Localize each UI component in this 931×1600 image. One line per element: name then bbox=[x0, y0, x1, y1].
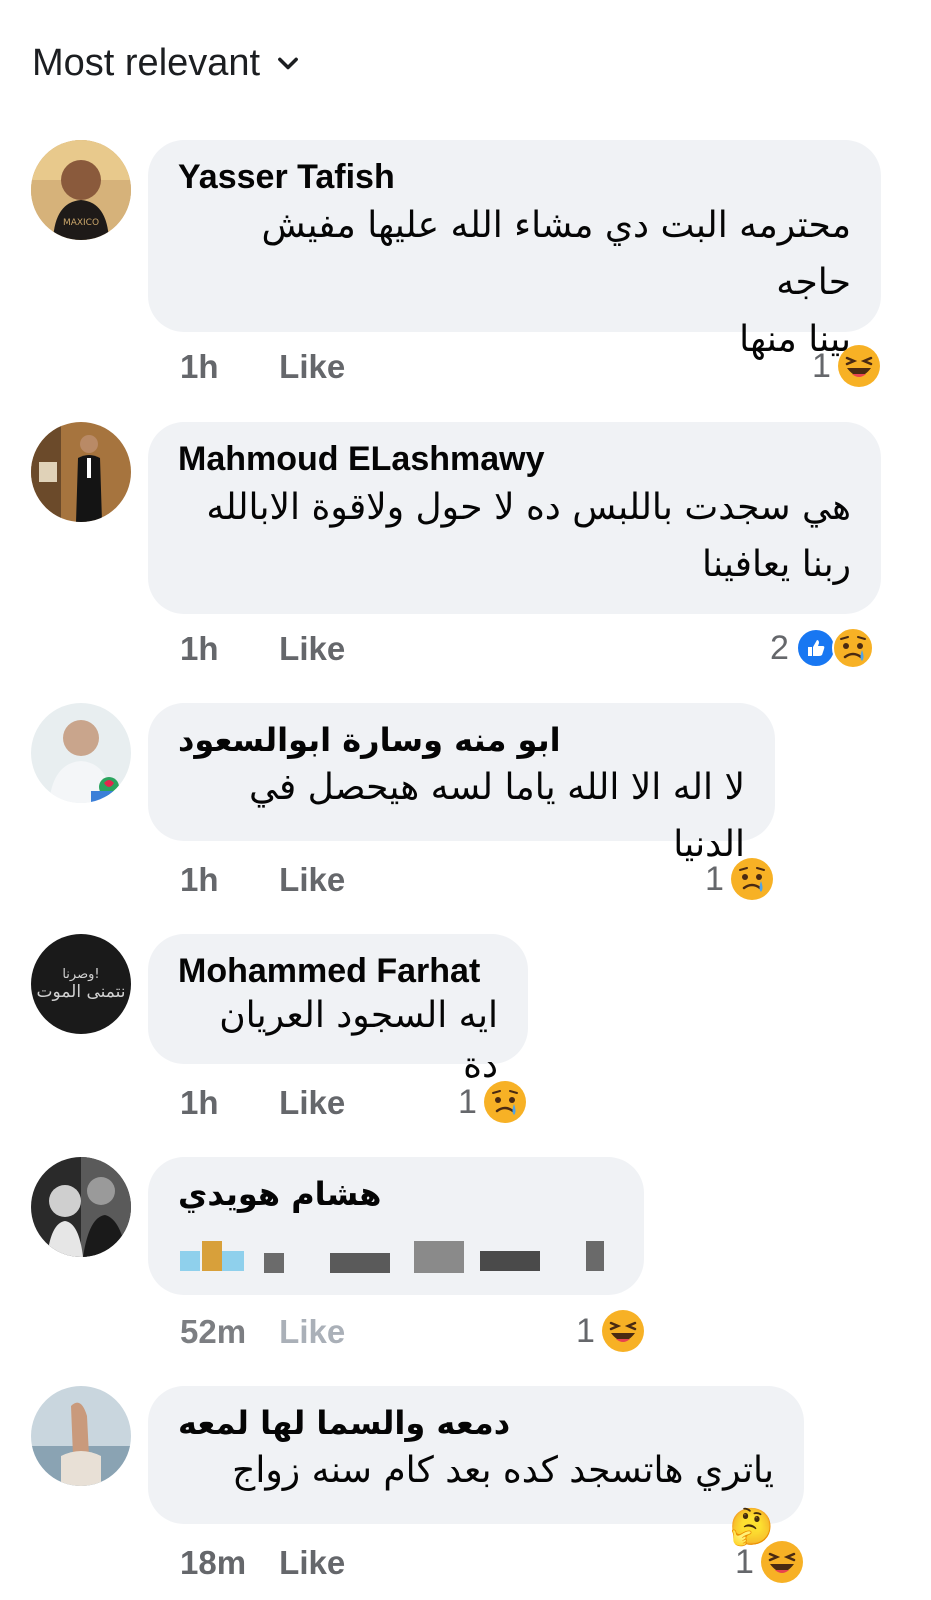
comment-bubble[interactable]: Mohammed Farhat ايه السجود العريان دة bbox=[148, 934, 528, 1086]
comment-meta: 1h Like bbox=[180, 348, 345, 386]
sad-emoji-icon bbox=[730, 858, 773, 900]
chevron-down-icon bbox=[278, 57, 299, 69]
comment-text-line: ياتري هاتسجد كده بعد كام سنه زواج 🤔 bbox=[232, 1450, 774, 1548]
avatar[interactable] bbox=[31, 1157, 131, 1257]
comment-meta: 52m Like bbox=[180, 1313, 345, 1351]
avatar-caption: وصرنا! bbox=[62, 966, 100, 982]
avatar[interactable] bbox=[31, 1386, 131, 1486]
sad-emoji-icon bbox=[831, 627, 874, 669]
reaction-summary[interactable]: 1 bbox=[458, 1080, 527, 1124]
sad-emoji-icon bbox=[483, 1081, 526, 1123]
comment-text-line: ايه السجود العريان دة bbox=[219, 995, 498, 1086]
comment-time[interactable]: 1h bbox=[180, 861, 270, 899]
like-button[interactable]: Like bbox=[279, 861, 345, 898]
reaction-count: 1 bbox=[576, 1311, 595, 1350]
comment-time[interactable]: 1h bbox=[180, 1084, 270, 1122]
reaction-count: 1 bbox=[735, 1542, 754, 1581]
comment-meta: 1h Like bbox=[180, 861, 345, 899]
reaction-count: 1 bbox=[705, 859, 724, 898]
avatar[interactable] bbox=[31, 703, 131, 803]
comment-bubble[interactable]: Mahmoud ELashmawy هي سجدت باللبس ده لا ح… bbox=[148, 422, 881, 614]
reaction-count: 1 bbox=[812, 346, 831, 385]
comment-author[interactable]: Mahmoud ELashmawy bbox=[178, 440, 851, 479]
haha-emoji-icon bbox=[837, 345, 880, 387]
like-button[interactable]: Like bbox=[279, 1084, 345, 1121]
comment-author[interactable]: Yasser Tafish bbox=[178, 158, 851, 197]
haha-emoji-icon bbox=[760, 1541, 803, 1583]
reaction-summary[interactable]: 1 bbox=[735, 1540, 804, 1584]
comment-meta: 1h Like bbox=[180, 630, 345, 668]
sort-label: Most relevant bbox=[32, 42, 261, 84]
comment-meta: 18m Like bbox=[180, 1544, 345, 1582]
avatar-caption: نتمنى الموت bbox=[36, 981, 126, 1002]
comment-text-line: هي سجدت باللبس ده لا حول ولاقوة الابالله bbox=[206, 487, 851, 528]
comment-meta: 1h Like bbox=[180, 1084, 345, 1122]
reaction-count: 1 bbox=[458, 1082, 477, 1121]
avatar[interactable]: وصرنا! نتمنى الموت bbox=[31, 934, 131, 1034]
comment-time[interactable]: 52m bbox=[180, 1313, 270, 1351]
comment-text-line: ربنا يعافينا bbox=[702, 544, 851, 585]
svg-text:MAXICO: MAXICO bbox=[63, 218, 99, 228]
reaction-summary[interactable]: 2 bbox=[770, 626, 875, 670]
comment-time[interactable]: 1h bbox=[180, 630, 270, 668]
like-button[interactable]: Like bbox=[279, 630, 345, 667]
reaction-summary[interactable]: 1 bbox=[812, 344, 881, 388]
comment-author[interactable]: دمعه والسما لها لمعه bbox=[178, 1404, 774, 1442]
reaction-count: 2 bbox=[770, 628, 789, 667]
comment-author[interactable]: هشام هويدي bbox=[178, 1175, 614, 1213]
comment-author[interactable]: ابو منه وسارة ابوالسعود bbox=[178, 721, 745, 759]
blurred-comment-text bbox=[180, 1241, 620, 1275]
like-button[interactable]: Like bbox=[279, 1313, 345, 1350]
like-button[interactable]: Like bbox=[279, 348, 345, 385]
comment-text-line: محترمه البت دي مشاء الله عليها مفيش حاجه bbox=[261, 205, 851, 303]
comment-bubble[interactable]: Yasser Tafish محترمه البت دي مشاء الله ع… bbox=[148, 140, 881, 360]
comment-bubble[interactable]: دمعه والسما لها لمعه ياتري هاتسجد كده بع… bbox=[148, 1386, 804, 1548]
haha-emoji-icon bbox=[601, 1310, 644, 1352]
avatar[interactable]: MAXICO bbox=[31, 140, 131, 240]
comment-bubble[interactable]: هشام هويدي bbox=[148, 1157, 644, 1295]
reaction-summary[interactable]: 1 bbox=[576, 1309, 645, 1353]
comment-text-line: لا اله الا الله ياما لسه هيحصل في الدنيا bbox=[248, 767, 745, 865]
like-button[interactable]: Like bbox=[279, 1544, 345, 1581]
comment-bubble[interactable]: ابو منه وسارة ابوالسعود لا اله الا الله … bbox=[148, 703, 775, 865]
comment-author[interactable]: Mohammed Farhat bbox=[178, 952, 498, 991]
comment-time[interactable]: 1h bbox=[180, 348, 270, 386]
comment-time[interactable]: 18m bbox=[180, 1544, 270, 1582]
reaction-summary[interactable]: 1 bbox=[705, 857, 774, 901]
avatar[interactable] bbox=[31, 422, 131, 522]
sort-dropdown[interactable]: Most relevant bbox=[32, 42, 302, 85]
